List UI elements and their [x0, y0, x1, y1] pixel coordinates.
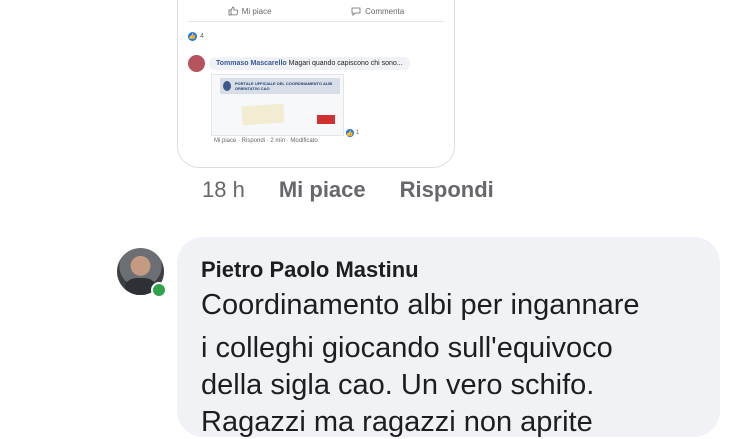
embedded-screenshot: Mi piace Commenta 👍 4 Tommaso Mascarello…	[177, 0, 455, 168]
embedded-comment-bubble: Tommaso Mascarello Magari quando capisco…	[209, 57, 410, 70]
embedded-image: PORTALE UFFICIALE DEL COORDINAMENTO ALBI…	[211, 74, 344, 136]
embedded-like-count-value: 1	[356, 130, 360, 136]
embedded-comment-text: Magari quando capiscono chi sono...	[288, 60, 403, 67]
like-reaction-icon: 👍	[188, 32, 197, 41]
comment-meta-row: 18 h Mi piace Rispondi	[202, 177, 528, 203]
thumbs-up-icon	[228, 6, 238, 16]
embedded-red-badge	[317, 115, 335, 124]
embedded-avatar	[188, 55, 205, 72]
seal-logo-icon	[223, 81, 231, 91]
comment-author[interactable]: Pietro Paolo Mastinu	[201, 257, 419, 283]
comment-icon	[351, 7, 361, 16]
embedded-comment-action: Commenta	[351, 6, 404, 16]
reply-link[interactable]: Rispondi	[400, 177, 494, 203]
embedded-like-label: Mi piace	[241, 6, 272, 16]
like-link[interactable]: Mi piace	[279, 177, 366, 203]
embedded-like-action: Mi piace	[228, 6, 272, 16]
comment-text-line: Ragazzi ma ragazzi non aprite	[201, 406, 593, 438]
embedded-action-bar: Mi piace Commenta	[188, 1, 444, 22]
embedded-like-count: 👍 1	[346, 129, 359, 137]
embedded-comment-meta: Mi piace · Rispondi · 2 min · Modificato	[214, 138, 318, 144]
comment-text-line: i colleghi giocando sull'equivoco	[201, 332, 613, 364]
embedded-reactions-count: 4	[200, 33, 204, 40]
comment-time: 18 h	[202, 177, 245, 202]
comment-text-line: della sigla cao. Un vero schifo.	[201, 369, 595, 401]
embedded-banner-text: PORTALE UFFICIALE DEL COORDINAMENTO ALBI…	[234, 81, 333, 91]
like-reaction-icon: 👍	[346, 129, 354, 137]
comment-text-line: Coordinamento albi per ingannare	[201, 289, 640, 321]
embedded-banner: PORTALE UFFICIALE DEL COORDINAMENTO ALBI…	[220, 78, 340, 94]
embedded-comment-author: Tommaso Mascarello	[216, 60, 287, 67]
embedded-comment-label: Commenta	[365, 6, 405, 16]
embedded-reactions: 👍 4	[188, 32, 204, 41]
embedded-note	[241, 103, 285, 126]
online-status-icon	[151, 282, 167, 298]
embedded-comment: Tommaso Mascarello Magari quando capisco…	[188, 55, 410, 72]
